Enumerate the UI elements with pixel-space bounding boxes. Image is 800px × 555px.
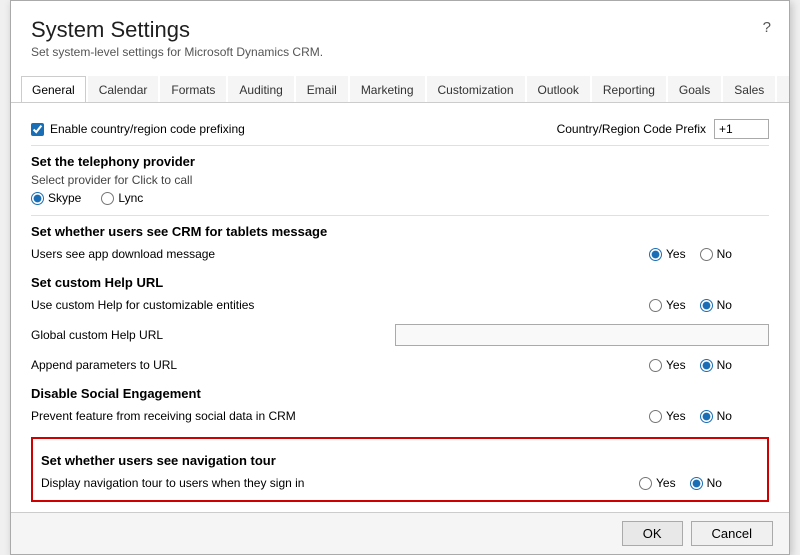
radio-skype: Skype	[31, 191, 81, 205]
lync-label: Lync	[118, 191, 143, 205]
dialog-subtitle: Set system-level settings for Microsoft …	[31, 45, 769, 59]
custom-help-no-label: No	[717, 298, 732, 312]
tablets-yes-label: Yes	[666, 247, 686, 261]
tab-calendar[interactable]: Calendar	[88, 76, 159, 103]
global-help-url-label: Global custom Help URL	[31, 328, 395, 342]
custom-help-label: Use custom Help for customizable entitie…	[31, 298, 649, 312]
cancel-button[interactable]: Cancel	[691, 521, 773, 546]
country-prefix-checkbox[interactable]	[31, 123, 44, 136]
tablets-yes-radio[interactable]	[649, 248, 662, 261]
nav-tour-no-option: No	[690, 476, 722, 490]
tab-marketing[interactable]: Marketing	[350, 76, 425, 103]
help-icon[interactable]: ?	[763, 19, 771, 36]
content-area: Enable country/region code prefixing Cou…	[11, 103, 789, 512]
tab-sales[interactable]: Sales	[723, 76, 775, 103]
append-no-radio[interactable]	[700, 359, 713, 372]
social-setting-row: Prevent feature from receiving social da…	[31, 405, 769, 427]
social-yes-radio[interactable]	[649, 410, 662, 423]
append-yes-label: Yes	[666, 358, 686, 372]
tablets-title: Set whether users see CRM for tablets me…	[31, 224, 769, 239]
nav-tour-setting-row: Display navigation tour to users when th…	[41, 472, 759, 494]
tab-general[interactable]: General	[21, 76, 86, 103]
custom-help-no-radio[interactable]	[700, 299, 713, 312]
nav-tour-label: Display navigation tour to users when th…	[41, 476, 639, 490]
social-yes-label: Yes	[666, 409, 686, 423]
country-prefix-field-row: Country/Region Code Prefix	[557, 119, 769, 139]
custom-help-row: Use custom Help for customizable entitie…	[31, 294, 769, 316]
global-help-url-input[interactable]	[395, 324, 769, 346]
country-prefix-checkbox-row: Enable country/region code prefixing	[31, 122, 557, 136]
tab-outlook[interactable]: Outlook	[527, 76, 590, 103]
social-radio-group: Yes No	[649, 409, 769, 423]
global-help-url-row: Global custom Help URL	[31, 316, 769, 354]
social-section: Disable Social Engagement Prevent featur…	[31, 386, 769, 427]
country-prefix-field-label: Country/Region Code Prefix	[557, 122, 706, 136]
tabs-bar: General Calendar Formats Auditing Email …	[11, 75, 789, 103]
tablets-radio-group: Yes No	[649, 247, 769, 261]
tab-email[interactable]: Email	[296, 76, 348, 103]
nav-tour-title: Set whether users see navigation tour	[41, 453, 759, 468]
nav-tour-radio-group: Yes No	[639, 476, 759, 490]
append-yes-option: Yes	[649, 358, 686, 372]
social-no-label: No	[717, 409, 732, 423]
tab-customization[interactable]: Customization	[427, 76, 525, 103]
append-no-option: No	[700, 358, 732, 372]
tablets-label: Users see app download message	[31, 247, 649, 261]
custom-help-yes-label: Yes	[666, 298, 686, 312]
tablets-section: Set whether users see CRM for tablets me…	[31, 224, 769, 265]
custom-help-radio-group: Yes No	[649, 298, 769, 312]
telephony-options: Skype Lync	[31, 191, 769, 205]
system-settings-dialog: System Settings Set system-level setting…	[10, 0, 790, 555]
custom-help-yes-option: Yes	[649, 298, 686, 312]
telephony-subtitle: Select provider for Click to call	[31, 173, 769, 187]
append-params-row: Append parameters to URL Yes No	[31, 354, 769, 376]
social-label: Prevent feature from receiving social da…	[31, 409, 649, 423]
dialog-title: System Settings	[31, 17, 769, 43]
dialog-header: System Settings Set system-level setting…	[11, 1, 789, 65]
social-title: Disable Social Engagement	[31, 386, 769, 401]
tablets-setting-row: Users see app download message Yes No	[31, 243, 769, 265]
radio-lync-input[interactable]	[101, 192, 114, 205]
tablets-no-radio[interactable]	[700, 248, 713, 261]
tab-goals[interactable]: Goals	[668, 76, 721, 103]
tab-reporting[interactable]: Reporting	[592, 76, 666, 103]
nav-tour-no-label: No	[707, 476, 722, 490]
radio-skype-input[interactable]	[31, 192, 44, 205]
nav-tour-no-radio[interactable]	[690, 477, 703, 490]
country-prefix-input[interactable]	[714, 119, 769, 139]
nav-tour-yes-option: Yes	[639, 476, 676, 490]
custom-help-no-option: No	[700, 298, 732, 312]
social-no-radio[interactable]	[700, 410, 713, 423]
country-prefix-label: Enable country/region code prefixing	[50, 122, 245, 136]
help-url-title: Set custom Help URL	[31, 275, 769, 290]
telephony-section: Set the telephony provider Select provid…	[31, 154, 769, 205]
tablets-no-option: No	[700, 247, 732, 261]
nav-tour-yes-radio[interactable]	[639, 477, 652, 490]
tab-auditing[interactable]: Auditing	[228, 76, 293, 103]
skype-label: Skype	[48, 191, 81, 205]
append-params-radio-group: Yes No	[649, 358, 769, 372]
append-yes-radio[interactable]	[649, 359, 662, 372]
top-row: Enable country/region code prefixing Cou…	[31, 113, 769, 146]
tab-service[interactable]: Service	[777, 76, 789, 103]
dialog-footer: OK Cancel	[11, 512, 789, 554]
tablets-no-label: No	[717, 247, 732, 261]
tab-formats[interactable]: Formats	[160, 76, 226, 103]
tablets-yes-option: Yes	[649, 247, 686, 261]
help-url-section: Set custom Help URL Use custom Help for …	[31, 275, 769, 376]
append-params-label: Append parameters to URL	[31, 358, 649, 372]
nav-tour-yes-label: Yes	[656, 476, 676, 490]
nav-tour-section: Set whether users see navigation tour Di…	[31, 437, 769, 502]
social-no-option: No	[700, 409, 732, 423]
ok-button[interactable]: OK	[622, 521, 683, 546]
append-no-label: No	[717, 358, 732, 372]
custom-help-yes-radio[interactable]	[649, 299, 662, 312]
radio-lync: Lync	[101, 191, 143, 205]
telephony-title: Set the telephony provider	[31, 154, 769, 169]
social-yes-option: Yes	[649, 409, 686, 423]
